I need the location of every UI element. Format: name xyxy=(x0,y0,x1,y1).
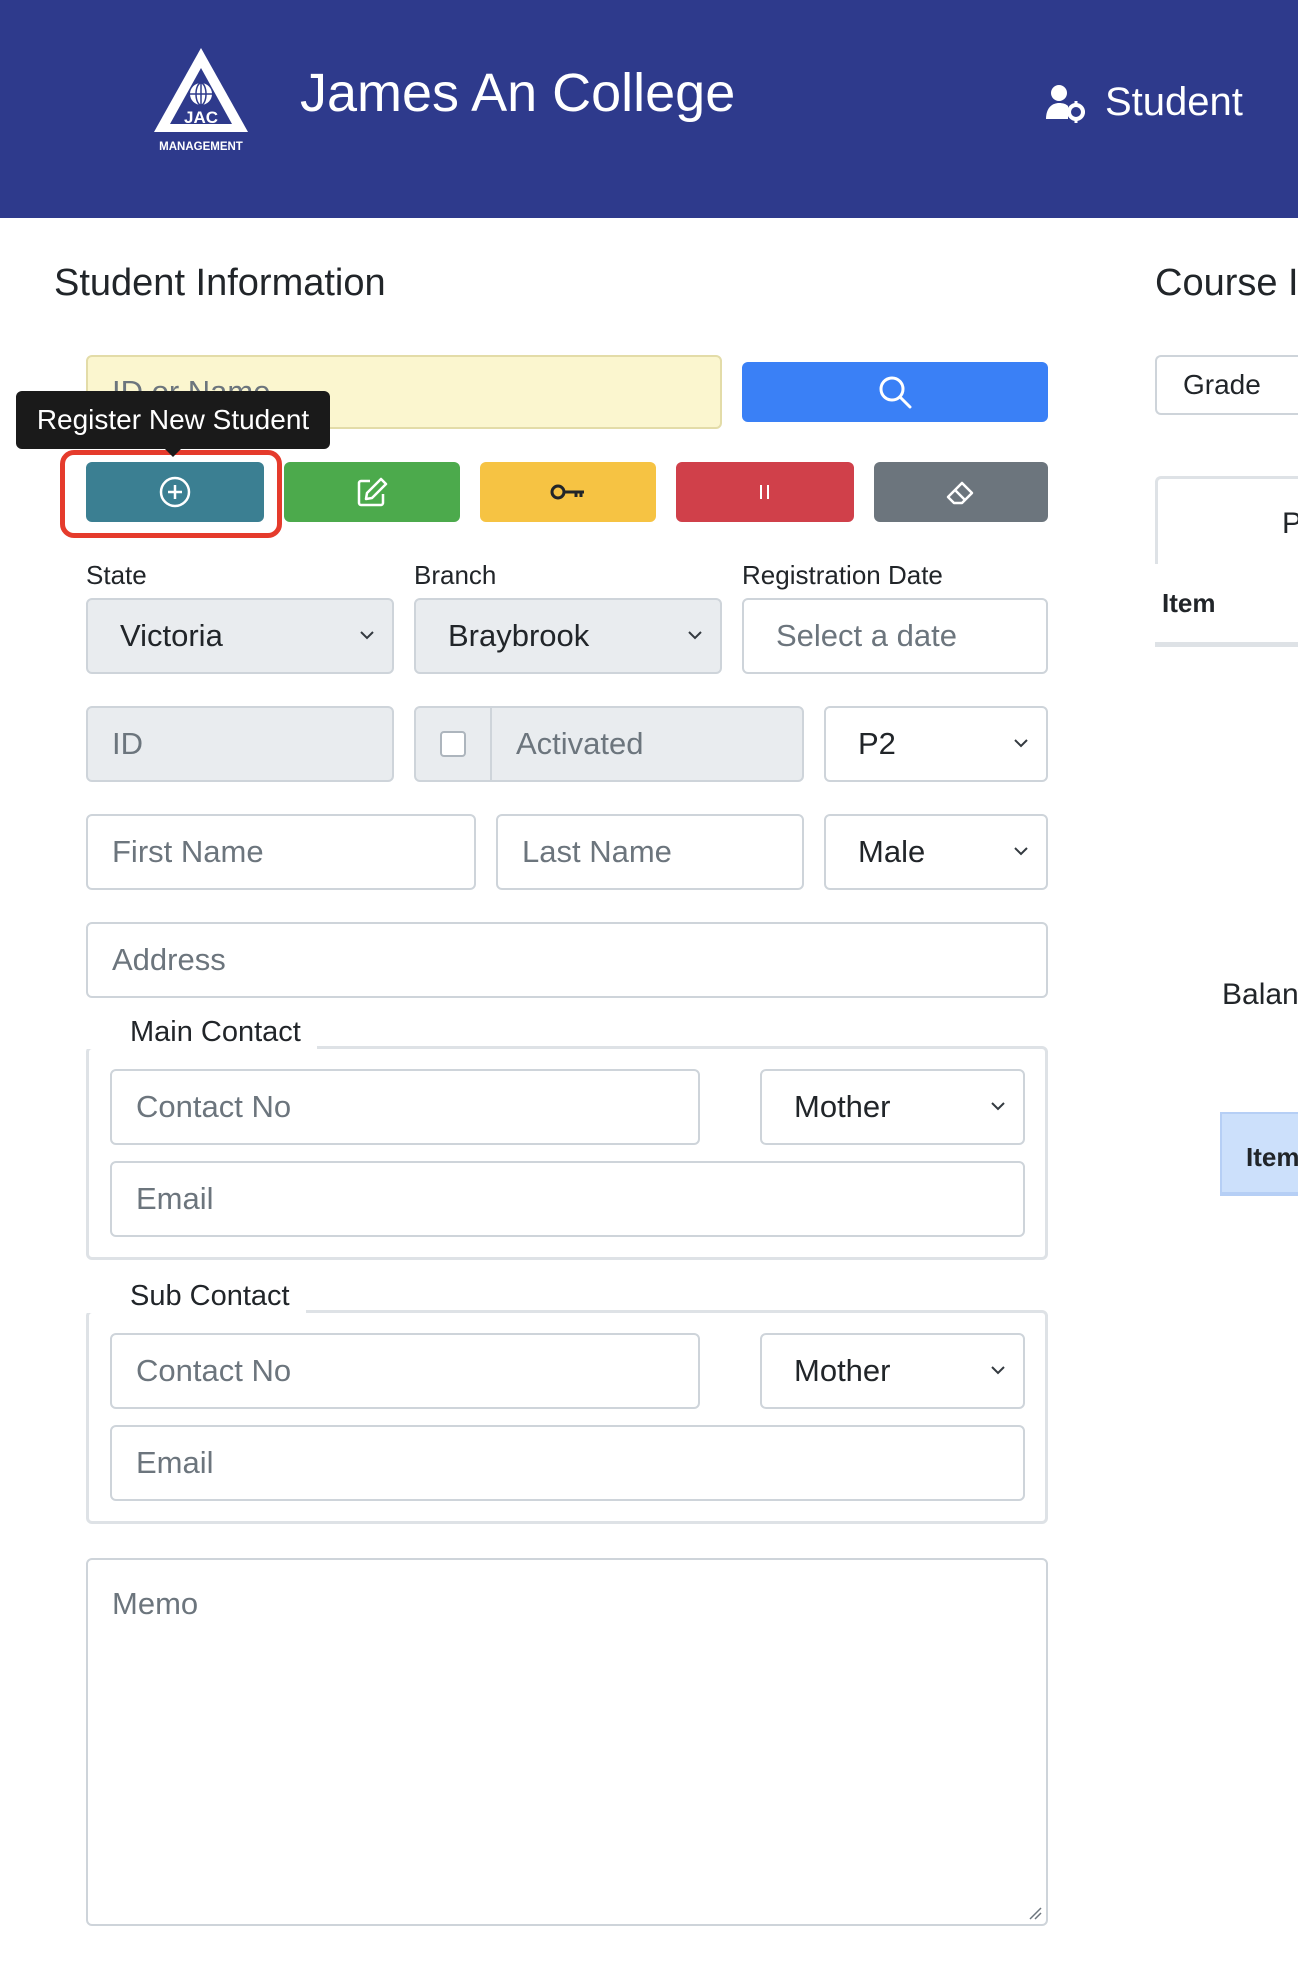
registration-date-input[interactable]: Select a date xyxy=(742,598,1048,674)
level-select[interactable]: P2 xyxy=(824,706,1048,782)
course-info-title: Course I xyxy=(1155,262,1298,304)
user-gear-icon xyxy=(1046,84,1085,123)
first-name-input[interactable]: First Name xyxy=(86,814,476,890)
gender-select[interactable]: Male xyxy=(824,814,1048,890)
pause-student-button[interactable] xyxy=(676,462,854,522)
registration-date-label: Registration Date xyxy=(742,560,943,590)
search-icon xyxy=(879,376,912,409)
id-placeholder: ID xyxy=(112,726,143,761)
sub-contact-email-input[interactable]: Email xyxy=(110,1425,1025,1501)
address-placeholder: Address xyxy=(112,942,226,977)
user-menu[interactable]: Student xyxy=(1045,80,1243,125)
key-icon xyxy=(550,484,584,500)
last-name-input[interactable]: Last Name xyxy=(496,814,804,890)
address-input[interactable]: Address xyxy=(86,922,1048,998)
state-label: State xyxy=(86,560,147,590)
chevron-down-icon xyxy=(991,1102,1005,1111)
edit-icon xyxy=(357,477,388,507)
jac-logo: JAC MANAGEMENT xyxy=(154,48,248,153)
student-info-title: Student Information xyxy=(54,262,386,304)
state-select[interactable]: Victoria xyxy=(86,598,394,674)
course-tab-label[interactable]: P xyxy=(1282,507,1298,541)
user-role-label: Student xyxy=(1105,80,1243,124)
resize-handle-icon[interactable] xyxy=(1026,1904,1042,1920)
activated-checkbox-wrap xyxy=(416,708,492,780)
payment-table-header: Item xyxy=(1220,1112,1298,1196)
chevron-down-icon xyxy=(1014,739,1028,748)
sub-contact-relation-select[interactable]: Mother xyxy=(760,1333,1025,1409)
activated-group: Activated xyxy=(414,706,804,782)
register-tooltip: Register New Student xyxy=(16,391,330,449)
registration-date-placeholder: Select a date xyxy=(776,618,957,653)
chevron-down-icon xyxy=(991,1366,1005,1375)
register-button-highlight xyxy=(60,450,282,538)
chevron-down-icon xyxy=(1014,847,1028,856)
grade-select[interactable]: Grade xyxy=(1155,355,1298,415)
balance-label: Balan xyxy=(1222,978,1298,1011)
activated-checkbox[interactable] xyxy=(440,731,466,757)
college-name: James An College xyxy=(300,63,736,123)
main-contact-legend: Main Contact xyxy=(86,1016,317,1049)
branch-label: Branch xyxy=(414,560,497,590)
gender-value: Male xyxy=(858,834,926,869)
eraser-icon xyxy=(946,481,974,505)
sub-contact-relation-value: Mother xyxy=(794,1353,891,1388)
course-tab-panel: P xyxy=(1155,476,1298,564)
branch-select[interactable]: Braybrook xyxy=(414,598,722,674)
password-key-button[interactable] xyxy=(480,462,656,522)
sub-contact-no-input[interactable]: Contact No xyxy=(110,1333,700,1409)
sub-contact-email-placeholder: Email xyxy=(136,1445,214,1480)
state-value: Victoria xyxy=(120,618,223,653)
id-input[interactable]: ID xyxy=(86,706,394,782)
main-contact-email-input[interactable]: Email xyxy=(110,1161,1025,1237)
app-header: JAC MANAGEMENT James An College Student xyxy=(0,0,1298,218)
main-contact-email-placeholder: Email xyxy=(136,1181,214,1216)
memo-textarea[interactable]: Memo xyxy=(86,1558,1048,1926)
first-name-placeholder: First Name xyxy=(112,834,264,869)
svg-text:MANAGEMENT: MANAGEMENT xyxy=(159,141,243,153)
tooltip-arrow xyxy=(165,449,181,457)
last-name-placeholder: Last Name xyxy=(522,834,672,869)
main-contact-no-input[interactable]: Contact No xyxy=(110,1069,700,1145)
course-table-divider xyxy=(1155,642,1298,647)
pause-icon xyxy=(760,485,769,499)
grade-label: Grade xyxy=(1183,369,1261,400)
sub-contact-no-placeholder: Contact No xyxy=(136,1353,292,1388)
svg-text:JAC: JAC xyxy=(184,108,218,127)
edit-student-button[interactable] xyxy=(284,462,460,522)
clear-form-button[interactable] xyxy=(874,462,1048,522)
activated-label: Activated xyxy=(516,726,644,761)
branch-value: Braybrook xyxy=(448,618,590,653)
search-button[interactable] xyxy=(742,362,1048,422)
level-value: P2 xyxy=(858,726,896,761)
main-contact-relation-select[interactable]: Mother xyxy=(760,1069,1025,1145)
main-contact-no-placeholder: Contact No xyxy=(136,1089,292,1124)
chevron-down-icon xyxy=(688,631,702,640)
course-table-item-header: Item xyxy=(1162,588,1216,618)
chevron-down-icon xyxy=(360,631,374,640)
sub-contact-legend: Sub Contact xyxy=(86,1280,306,1313)
payment-item-header: Item xyxy=(1246,1142,1298,1172)
memo-placeholder: Memo xyxy=(112,1586,199,1621)
main-contact-relation-value: Mother xyxy=(794,1089,891,1124)
